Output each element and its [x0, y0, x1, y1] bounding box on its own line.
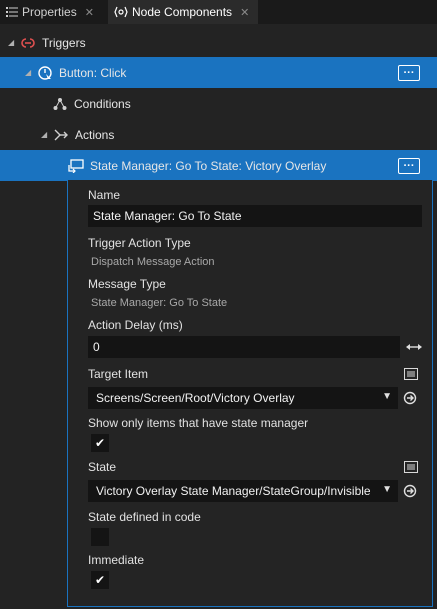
tree-item-actions[interactable]: ◢ Actions [0, 119, 437, 150]
tree-item-button-click[interactable]: ◢ Button: Click ··· [0, 57, 437, 88]
tree-item-conditions[interactable]: Conditions [0, 88, 437, 119]
chevron-down-icon: ▼ [382, 391, 392, 402]
trigger-icon [20, 35, 36, 51]
tab-properties-label: Properties [22, 5, 77, 19]
immediate-checkbox[interactable]: ✔ [91, 571, 109, 589]
target-item-label: Target Item [88, 367, 149, 381]
state-value: Victory Overlay State Manager/StateGroup… [96, 484, 371, 498]
tab-properties-close-icon[interactable]: ✕ [85, 6, 94, 19]
immediate-label: Immediate [88, 553, 145, 567]
name-label: Name [88, 188, 121, 202]
tab-node-components[interactable]: Node Components ✕ [108, 0, 258, 24]
tree-item-label: Actions [75, 127, 115, 142]
tree-item-label: State Manager: Go To State: Victory Over… [90, 158, 327, 173]
state-in-code-checkbox[interactable] [91, 528, 109, 546]
trigger-action-type-label: Trigger Action Type [88, 236, 191, 250]
node-components-icon [114, 6, 128, 18]
drag-value-icon[interactable] [405, 338, 423, 356]
click-icon [37, 65, 53, 81]
state-in-code-label: State defined in code [88, 510, 201, 524]
trigger-action-type-value: Dispatch Message Action [91, 256, 215, 268]
show-only-checkbox[interactable]: ✔ [91, 434, 109, 452]
message-type-value: State Manager: Go To State [91, 297, 228, 309]
tree-item-label: Button: Click [59, 65, 127, 80]
state-dropdown[interactable]: Victory Overlay State Manager/StateGroup… [88, 480, 398, 502]
expand-arrow-icon[interactable]: ◢ [8, 38, 18, 47]
tab-node-components-label: Node Components [132, 5, 233, 19]
tree-item-triggers[interactable]: ◢ Triggers [0, 27, 437, 58]
more-options-button[interactable]: ··· [398, 158, 420, 174]
chevron-down-icon: ▼ [382, 484, 392, 495]
name-field[interactable]: State Manager: Go To State [88, 205, 422, 227]
conditions-icon [52, 96, 68, 112]
actions-icon [53, 127, 69, 143]
action-delay-label: Action Delay (ms) [88, 318, 183, 332]
list-icon [6, 6, 18, 18]
show-only-label: Show only items that have state manager [88, 416, 309, 430]
target-item-dropdown[interactable]: Screens/Screen/Root/Victory Overlay ▼ [88, 387, 398, 409]
target-item-value: Screens/Screen/Root/Victory Overlay [96, 391, 295, 405]
state-picker-icon[interactable] [402, 458, 420, 476]
message-type-label: Message Type [88, 277, 166, 291]
action-delay-field[interactable]: 0 [88, 336, 400, 358]
target-item-picker-icon[interactable] [402, 365, 420, 383]
state-label: State [88, 460, 117, 474]
expand-arrow-icon[interactable]: ◢ [41, 130, 51, 139]
tab-node-components-close-icon[interactable]: ✕ [240, 6, 249, 19]
tree-item-state-action[interactable]: State Manager: Go To State: Victory Over… [0, 150, 437, 181]
more-options-button[interactable]: ··· [398, 65, 420, 81]
tree-item-label: Conditions [74, 96, 131, 111]
go-to-target-icon[interactable] [401, 389, 419, 407]
go-to-state-icon[interactable] [401, 482, 419, 500]
tree-item-label: Triggers [42, 35, 86, 50]
tab-properties[interactable]: Properties ✕ [6, 0, 106, 24]
expand-arrow-icon[interactable]: ◢ [25, 68, 35, 77]
checkmark-icon: ✔ [94, 573, 106, 587]
state-manager-icon [68, 158, 84, 174]
checkmark-icon: ✔ [94, 436, 106, 450]
